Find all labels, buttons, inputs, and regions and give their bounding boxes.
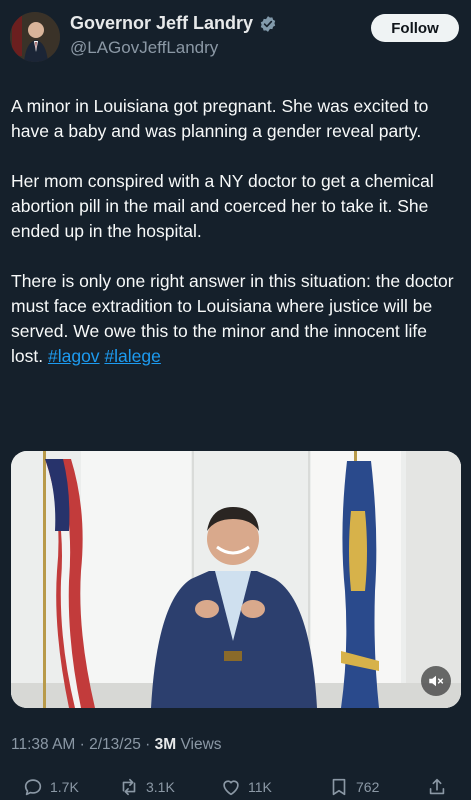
repost-button[interactable]: 3.1K: [118, 776, 175, 798]
tweet-time[interactable]: 11:38 AM: [11, 736, 75, 753]
hashtag-lagov[interactable]: #lagov: [48, 346, 100, 366]
reply-button[interactable]: 1.7K: [22, 776, 79, 798]
avatar[interactable]: [10, 12, 60, 62]
heart-icon: [223, 780, 239, 796]
follow-button[interactable]: Follow: [371, 14, 459, 42]
handle[interactable]: @LAGovJeffLandry: [70, 38, 277, 58]
mute-button[interactable]: [421, 666, 451, 696]
meta-separator: ·: [79, 736, 90, 753]
bookmark-count: 762: [356, 779, 380, 795]
views-label: Views: [180, 736, 222, 753]
speaker-muted-icon: [429, 675, 444, 687]
tweet-header: Governor Jeff Landry @LAGovJeffLandry Fo…: [10, 10, 459, 66]
share-button[interactable]: [426, 776, 448, 798]
verified-badge-icon: [260, 15, 276, 32]
video-frame: [11, 451, 461, 708]
video-player[interactable]: [11, 451, 461, 708]
tweet-paragraph-3: There is only one right answer in this s…: [11, 269, 463, 369]
display-name[interactable]: Governor Jeff Landry: [70, 13, 253, 34]
avatar-image: [10, 12, 60, 62]
hashtag-lalege[interactable]: #lalege: [104, 346, 160, 366]
repost-icon: [122, 778, 136, 796]
meta-separator: ·: [145, 736, 155, 753]
like-count: 11K: [248, 779, 272, 795]
tweet-paragraph-2: Her mom conspired with a NY doctor to ge…: [11, 171, 434, 241]
share-icon: [429, 778, 445, 795]
like-button[interactable]: 11K: [220, 776, 272, 798]
tweet-date[interactable]: 2/13/25: [89, 736, 141, 753]
repost-count: 3.1K: [146, 779, 175, 795]
bookmark-icon: [332, 778, 346, 796]
louisiana-flag: [341, 451, 379, 708]
reply-icon: [24, 779, 42, 796]
views-count: 3M: [154, 736, 177, 753]
tweet-paragraph-1: A minor in Louisiana got pregnant. She w…: [11, 96, 429, 141]
tweet-text: A minor in Louisiana got pregnant. She w…: [11, 94, 463, 394]
action-bar: 1.7K 3.1K 11K 762: [0, 774, 471, 800]
tweet-meta: 11:38 AM · 2/13/25 · 3M Views: [11, 736, 222, 754]
reply-count: 1.7K: [50, 779, 79, 795]
bookmark-button[interactable]: 762: [328, 776, 379, 798]
